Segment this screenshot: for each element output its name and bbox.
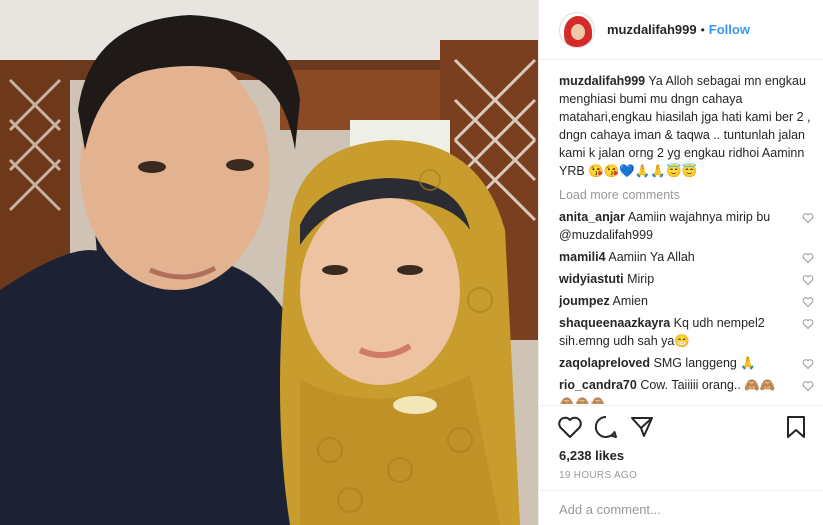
comment-text: Aamiin Ya Allah	[608, 250, 695, 264]
comment-like-icon[interactable]	[802, 358, 814, 370]
caption-username[interactable]: muzdalifah999	[559, 74, 645, 88]
comment-text: SMG langgeng 🙏	[653, 356, 756, 370]
comment-username[interactable]: shaqueenaazkayra	[559, 316, 670, 330]
action-icons	[557, 414, 809, 442]
post-timestamp: 19 HOURS AGO	[559, 470, 638, 481]
comment-username[interactable]: joumpez	[559, 294, 610, 308]
comment-username[interactable]: zaqolapreloved	[559, 356, 650, 370]
add-comment-area	[539, 490, 823, 525]
share-icon[interactable]	[629, 414, 655, 440]
comment-item: rio_candra70 Cow. Taiiiii orang.. 🙈🙈 🙈🙈🙈	[559, 376, 814, 404]
bookmark-icon[interactable]	[783, 414, 809, 440]
comment-item: anita_anjar Aamiin wajahnya mirip bu @mu…	[559, 208, 814, 244]
post-actions: 6,238 likes 19 HOURS AGO	[539, 405, 823, 525]
avatar[interactable]	[559, 11, 595, 48]
comment-item: shaqueenaazkayra Kq udh nempel2 sih.emng…	[559, 314, 814, 350]
photo-image	[0, 0, 538, 525]
comment-item: widyiastuti Mirip	[559, 270, 814, 288]
comment-username[interactable]: mamili4	[559, 250, 606, 264]
comment-like-icon[interactable]	[802, 274, 814, 286]
comment-username[interactable]: widyiastuti	[559, 272, 624, 286]
comment-like-icon[interactable]	[802, 380, 814, 392]
add-comment-input[interactable]	[559, 500, 809, 518]
post-photo[interactable]	[0, 0, 538, 525]
comment-text: Amien	[612, 294, 648, 308]
follow-button[interactable]: Follow	[709, 22, 750, 37]
comment-username[interactable]: anita_anjar	[559, 210, 625, 224]
comment-icon[interactable]	[593, 414, 619, 440]
caption: muzdalifah999 Ya Alloh sebagai mn engkau…	[559, 72, 814, 180]
comment-item: mamili4 Aamiin Ya Allah	[559, 248, 814, 266]
post-header: muzdalifah999 • Follow	[539, 0, 823, 60]
header-separator: •	[700, 22, 705, 37]
comment-like-icon[interactable]	[802, 252, 814, 264]
post-panel: muzdalifah999 • Follow muzdalifah999 Ya …	[538, 0, 823, 525]
comment-item: zaqolapreloved SMG langgeng 🙏	[559, 354, 814, 372]
load-more-comments-button[interactable]: Load more comments	[559, 186, 814, 204]
likes-count[interactable]: 6,238 likes	[559, 448, 624, 463]
header-username[interactable]: muzdalifah999	[607, 22, 697, 37]
comment-item: joumpez Amien	[559, 292, 814, 310]
comment-text: Mirip	[627, 272, 655, 286]
caption-text: Ya Alloh sebagai mn engkau menghiasi bum…	[559, 74, 811, 178]
comment-like-icon[interactable]	[802, 212, 814, 224]
comment-like-icon[interactable]	[802, 296, 814, 308]
comment-like-icon[interactable]	[802, 318, 814, 330]
comment-username[interactable]: rio_candra70	[559, 378, 637, 392]
comments-list[interactable]: muzdalifah999 Ya Alloh sebagai mn engkau…	[559, 72, 814, 404]
heart-icon[interactable]	[557, 414, 583, 440]
